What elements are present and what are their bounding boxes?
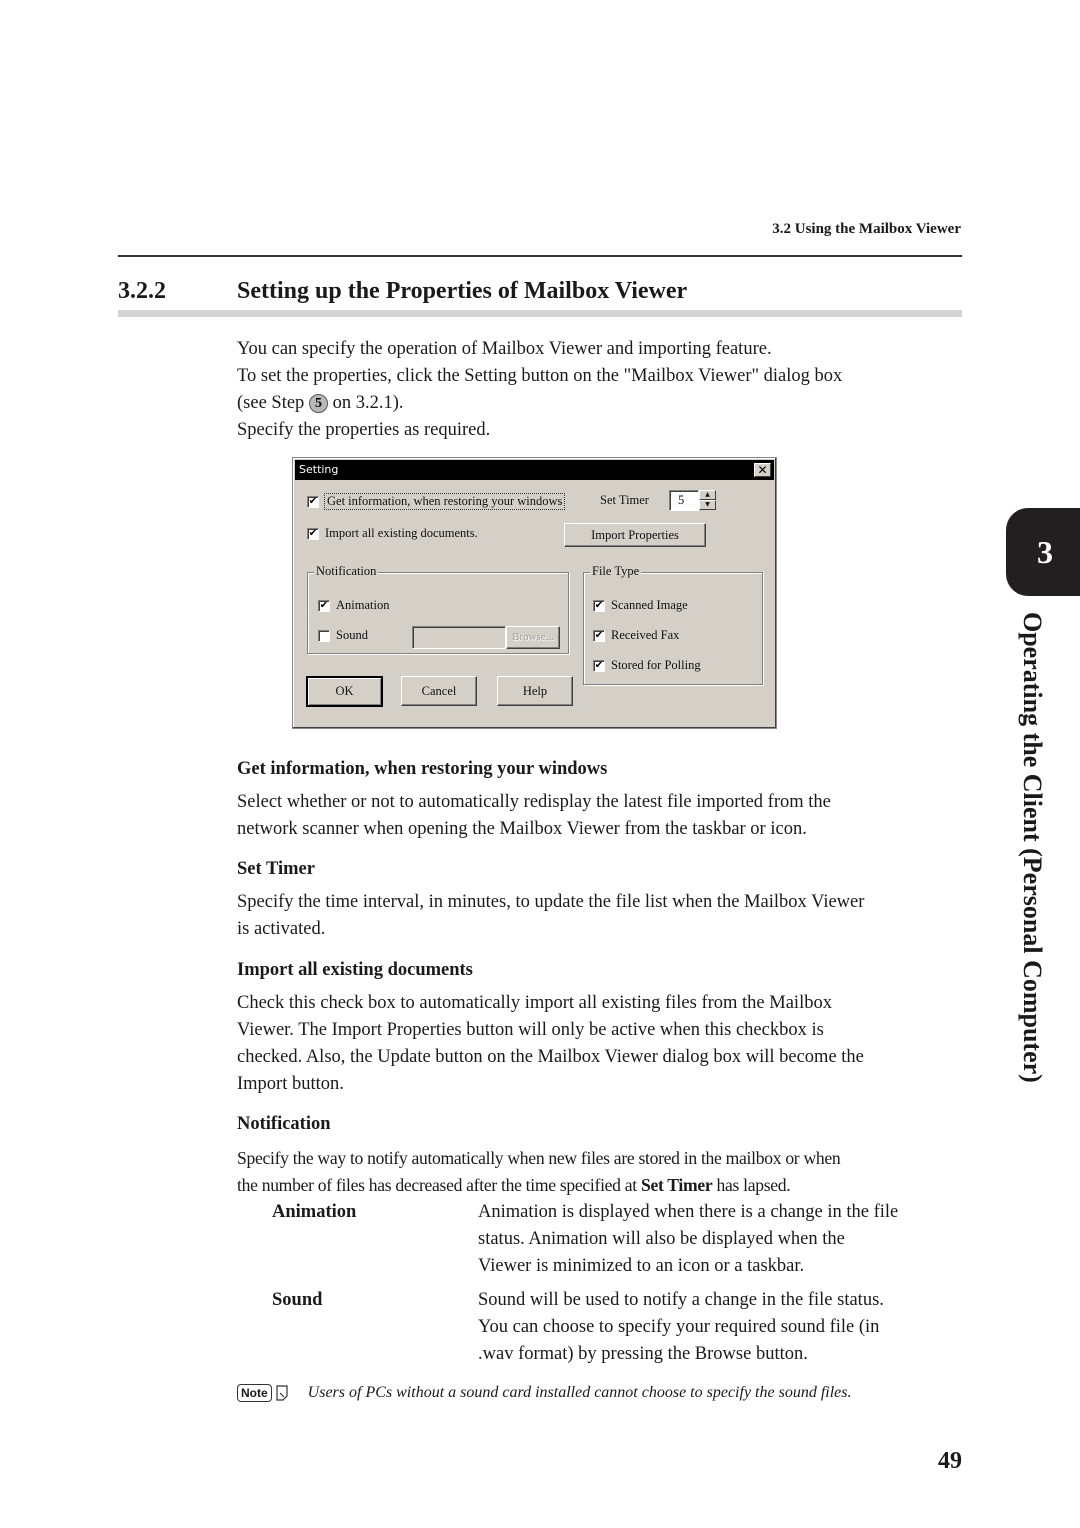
- dialog-titlebar: Setting ✕: [295, 460, 774, 480]
- title-underline-bar: [118, 310, 962, 317]
- received-fax-checkbox[interactable]: ✔ Received Fax: [593, 628, 679, 643]
- get-info-label: Get information, when restoring your win…: [323, 493, 566, 510]
- checkbox-check-icon: ✔: [318, 599, 330, 612]
- dialog-title: Setting: [299, 463, 339, 476]
- notification-paragraph: Specify the way to notify automatically …: [237, 1145, 967, 1199]
- sound-checkbox[interactable]: Sound: [318, 628, 368, 643]
- body-line: Check this check box to automatically im…: [237, 993, 832, 1013]
- set-timer-heading: Set Timer: [237, 859, 315, 879]
- get-info-heading: Get information, when restoring your win…: [237, 759, 608, 779]
- notification-heading: Notification: [237, 1114, 331, 1134]
- body-text: the number of files has decreased after …: [237, 1175, 641, 1195]
- received-fax-label: Received Fax: [611, 628, 680, 642]
- file-type-group: File Type ✔ Scanned Image ✔ Received Fax…: [583, 564, 763, 685]
- running-head: 3.2 Using the Mailbox Viewer: [772, 221, 961, 237]
- import-all-paragraph: Check this check box to automatically im…: [237, 990, 967, 1098]
- intro-text: (see Step: [237, 393, 309, 413]
- body-line: status. Animation will also be displayed…: [478, 1229, 845, 1249]
- intro-line: Specify the properties as required.: [237, 420, 491, 440]
- set-timer-label: Set Timer: [600, 493, 649, 507]
- checkbox-check-icon: ✔: [593, 629, 605, 642]
- notification-legend: Notification: [314, 564, 379, 579]
- scanned-image-label: Scanned Image: [611, 598, 688, 612]
- setting-dialog: Setting ✕ ✔ Get information, when restor…: [292, 457, 777, 729]
- intro-line: To set the properties, click the Setting…: [237, 366, 843, 386]
- body-line: Specify the way to notify automatically …: [237, 1148, 841, 1168]
- cancel-button[interactable]: Cancel: [401, 676, 477, 706]
- sound-description: Sound will be used to notify a change in…: [478, 1287, 968, 1368]
- body-line: You can choose to specify your required …: [478, 1317, 880, 1337]
- body-line: Animation is displayed when there is a c…: [478, 1202, 899, 1222]
- animation-label: Animation: [336, 598, 390, 612]
- intro-paragraph: You can specify the operation of Mailbox…: [237, 336, 967, 444]
- file-type-legend: File Type: [590, 564, 642, 579]
- checkbox-check-icon: ✔: [593, 599, 605, 612]
- body-line: Sound will be used to notify a change in…: [478, 1290, 884, 1310]
- scanned-image-checkbox[interactable]: ✔ Scanned Image: [593, 598, 688, 613]
- body-text: has lapsed.: [712, 1175, 791, 1195]
- chapter-tab: 3: [1006, 508, 1080, 596]
- note: Note Users of PCs without a sound card i…: [237, 1384, 851, 1402]
- import-all-heading: Import all existing documents: [237, 960, 473, 980]
- intro-line: (see Step 5 on 3.2.1).: [237, 390, 967, 417]
- import-properties-button[interactable]: Import Properties: [564, 523, 706, 547]
- import-all-label: Import all existing documents.: [325, 526, 478, 540]
- ok-button[interactable]: OK: [306, 676, 383, 707]
- spin-down-icon[interactable]: ▼: [699, 500, 716, 510]
- note-badge: Note: [237, 1384, 272, 1402]
- set-timer-reference: Set Timer: [640, 1175, 713, 1195]
- chapter-label: Operating the Client (Personal Computer): [1009, 612, 1049, 1112]
- checkbox-check-icon: ✔: [593, 659, 605, 672]
- intro-text: on 3.2.1).: [327, 393, 404, 413]
- sound-label: Sound: [336, 628, 368, 642]
- help-button[interactable]: Help: [497, 676, 573, 706]
- checkbox-check-icon: ✔: [307, 527, 319, 540]
- sound-file-input[interactable]: [412, 626, 506, 649]
- set-timer-spinner[interactable]: ▲ ▼: [699, 490, 716, 510]
- set-timer-input[interactable]: 5: [669, 490, 699, 511]
- body-line: checked. Also, the Update button on the …: [237, 1047, 864, 1067]
- body-line: the number of files has decreased after …: [237, 1172, 967, 1199]
- notification-group: Notification ✔ Animation Sound Browse...: [307, 564, 569, 654]
- header-rule: [118, 255, 962, 257]
- section-title: Setting up the Properties of Mailbox Vie…: [237, 278, 688, 304]
- body-line: Viewer is minimized to an icon or a task…: [478, 1256, 805, 1276]
- browse-button[interactable]: Browse...: [506, 626, 560, 649]
- animation-checkbox[interactable]: ✔ Animation: [318, 598, 389, 613]
- body-line: Import button.: [237, 1074, 344, 1094]
- checkbox-empty-icon: [318, 629, 330, 642]
- body-line: network scanner when opening the Mailbox…: [237, 819, 807, 839]
- section-number: 3.2.2: [118, 278, 166, 304]
- page-number: 49: [938, 1448, 962, 1474]
- step-number-icon: 5: [308, 394, 328, 413]
- body-line: is activated.: [237, 919, 326, 939]
- stored-polling-label: Stored for Polling: [611, 658, 701, 672]
- stored-polling-checkbox[interactable]: ✔ Stored for Polling: [593, 658, 701, 673]
- sound-term: Sound: [272, 1290, 323, 1310]
- animation-description: Animation is displayed when there is a c…: [478, 1199, 968, 1280]
- body-line: .wav format) by pressing the Browse butt…: [478, 1344, 808, 1364]
- checkbox-check-icon: ✔: [307, 495, 319, 508]
- get-info-paragraph: Select whether or not to automatically r…: [237, 789, 967, 843]
- body-line: Specify the time interval, in minutes, t…: [237, 892, 865, 912]
- pencil-note-icon: [276, 1385, 288, 1401]
- set-timer-paragraph: Specify the time interval, in minutes, t…: [237, 889, 967, 943]
- chapter-title: Operating the Client (Personal Computer): [1018, 612, 1047, 1083]
- animation-term: Animation: [272, 1202, 357, 1222]
- body-line: Select whether or not to automatically r…: [237, 792, 831, 812]
- body-line: Viewer. The Import Properties button wil…: [237, 1020, 824, 1040]
- spin-up-icon[interactable]: ▲: [699, 490, 716, 500]
- get-info-checkbox[interactable]: ✔ Get information, when restoring your w…: [307, 493, 566, 510]
- import-all-checkbox[interactable]: ✔ Import all existing documents.: [307, 526, 478, 541]
- note-text: Users of PCs without a sound card instal…: [307, 1384, 852, 1401]
- intro-line: You can specify the operation of Mailbox…: [237, 339, 772, 359]
- close-icon[interactable]: ✕: [754, 463, 771, 477]
